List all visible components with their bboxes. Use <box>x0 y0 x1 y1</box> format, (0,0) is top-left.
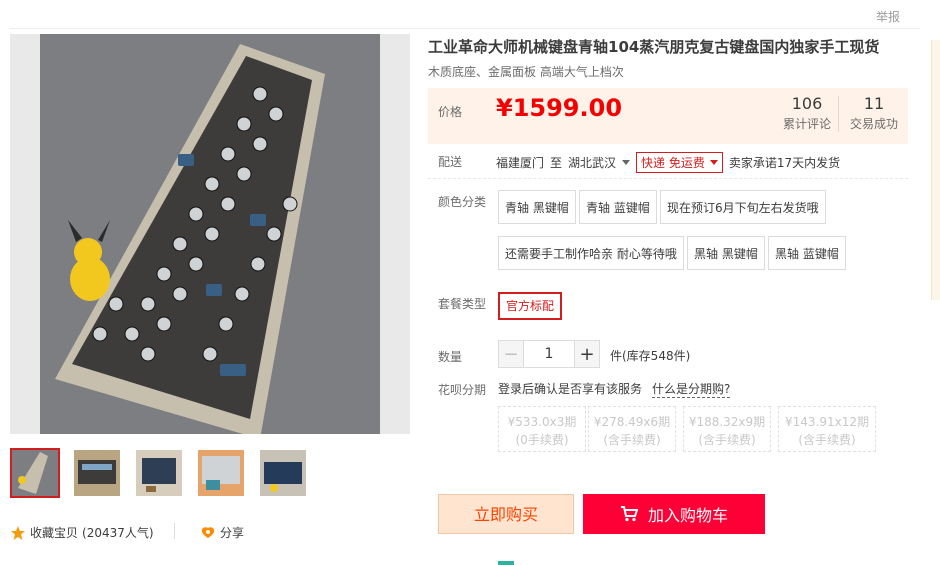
increase-button[interactable]: + <box>574 340 600 368</box>
color-option-2[interactable]: 青轴 蓝键帽 <box>579 190 657 224</box>
color-option-1[interactable]: 青轴 黑键帽 <box>498 190 576 224</box>
stock-info: 件(库存548件) <box>610 349 691 363</box>
favorite-count: (20437人气) <box>82 526 154 540</box>
quantity-label: 数量 <box>438 350 463 364</box>
cart-icon <box>620 506 638 522</box>
page-indicator <box>498 561 514 565</box>
chevron-down-icon <box>622 160 631 165</box>
color-label: 颜色分类 <box>438 195 487 209</box>
side-panel-edge <box>931 40 940 300</box>
color-option-6[interactable]: 黑轴 蓝键帽 <box>768 236 846 270</box>
installment-plan-12[interactable]: ¥143.91x12期 (含手续费) <box>778 406 876 452</box>
installment-plan-6[interactable]: ¥278.49x6期 (含手续费) <box>588 406 676 452</box>
share-icon <box>201 526 215 538</box>
sales-count-label: 交易成功 <box>849 117 898 131</box>
buy-now-button[interactable]: 立即购买 <box>438 494 574 534</box>
package-label: 套餐类型 <box>438 297 487 311</box>
quantity-stepper: − 1 + <box>498 340 600 368</box>
divider <box>428 178 908 179</box>
product-title: 工业革命大师机械键盘青轴104蒸汽朋克复古键盘国内独家手工现货 <box>428 38 880 56</box>
review-count[interactable]: 106 累计评论 <box>776 94 838 132</box>
shipping-label: 快递 免运费 <box>641 156 705 170</box>
installment-plan-9[interactable]: ¥188.32x9期 (含手续费) <box>683 406 771 452</box>
keyboard-photo <box>10 34 410 434</box>
installment-plan-3[interactable]: ¥533.0x3期 (0手续费) <box>498 406 586 452</box>
color-option-4[interactable]: 还需要手工制作哈亲 耐心等待哦 <box>498 236 684 270</box>
divider <box>838 96 839 132</box>
plan-amount: ¥278.49x6期 <box>593 415 671 429</box>
installment-help-link[interactable]: 什么是分期购? <box>652 380 731 398</box>
decrease-button[interactable]: − <box>498 340 524 368</box>
delivery-to-word: 至 <box>550 156 563 170</box>
sales-count-number: 11 <box>863 94 885 113</box>
installment-notice: 登录后确认是否享有该服务 <box>498 382 643 396</box>
thumbnail-3[interactable] <box>134 448 184 498</box>
plan-amount: ¥143.91x12期 <box>785 415 869 429</box>
color-option-5[interactable]: 黑轴 黑键帽 <box>687 236 765 270</box>
divider <box>174 523 175 539</box>
plan-fee: (0手续费) <box>515 433 569 447</box>
shipping-promise: 卖家承诺17天内发货 <box>728 156 841 170</box>
plan-fee: (含手续费) <box>798 433 856 447</box>
price-value: ¥1599.00 <box>496 94 623 122</box>
thumbnail-2[interactable] <box>72 448 122 498</box>
destination-select[interactable]: 湖北武汉 <box>568 154 631 171</box>
destination-label: 湖北武汉 <box>568 156 617 170</box>
quantity-input[interactable]: 1 <box>524 340 574 368</box>
plan-amount: ¥188.32x9期 <box>688 415 766 429</box>
delivery-from: 福建厦门 <box>496 156 545 170</box>
thumbnail-strip <box>10 448 308 498</box>
package-option-1[interactable]: 官方标配 <box>498 292 563 320</box>
add-to-cart-button[interactable]: 加入购物车 <box>583 494 765 534</box>
chevron-down-icon <box>709 160 718 165</box>
add-to-cart-label: 加入购物车 <box>647 506 728 525</box>
sales-count: 11 交易成功 <box>843 94 905 132</box>
plan-amount: ¥533.0x3期 <box>507 415 577 429</box>
report-link[interactable]: 举报 <box>876 8 900 25</box>
color-option-3[interactable]: 现在预订6月下旬左右发货哦 <box>660 190 826 224</box>
share-label: 分享 <box>220 526 245 540</box>
delivery-row: 福建厦门 至 湖北武汉 快递 免运费 卖家承诺17天内发货 <box>496 152 840 173</box>
delivery-label: 配送 <box>438 155 463 169</box>
thumbnail-1[interactable] <box>10 448 60 498</box>
share-button[interactable]: 分享 <box>200 524 244 541</box>
main-product-image[interactable] <box>10 34 410 434</box>
product-subtitle: 木质底座、金属面板 高端大气上档次 <box>428 65 624 79</box>
star-icon <box>11 525 25 540</box>
review-count-number: 106 <box>791 94 823 113</box>
thumbnail-5[interactable] <box>258 448 308 498</box>
favorite-label: 收藏宝贝 <box>30 526 79 540</box>
plan-fee: (含手续费) <box>603 433 661 447</box>
review-count-label: 累计评论 <box>782 117 831 131</box>
thumbnail-4[interactable] <box>196 448 246 498</box>
shipping-select[interactable]: 快递 免运费 <box>636 152 723 173</box>
favorite-button[interactable]: 收藏宝贝 (20437人气) <box>10 524 154 541</box>
divider <box>10 28 920 29</box>
plan-fee: (含手续费) <box>698 433 756 447</box>
price-label: 价格 <box>438 105 463 119</box>
installment-label: 花呗分期 <box>438 383 487 397</box>
